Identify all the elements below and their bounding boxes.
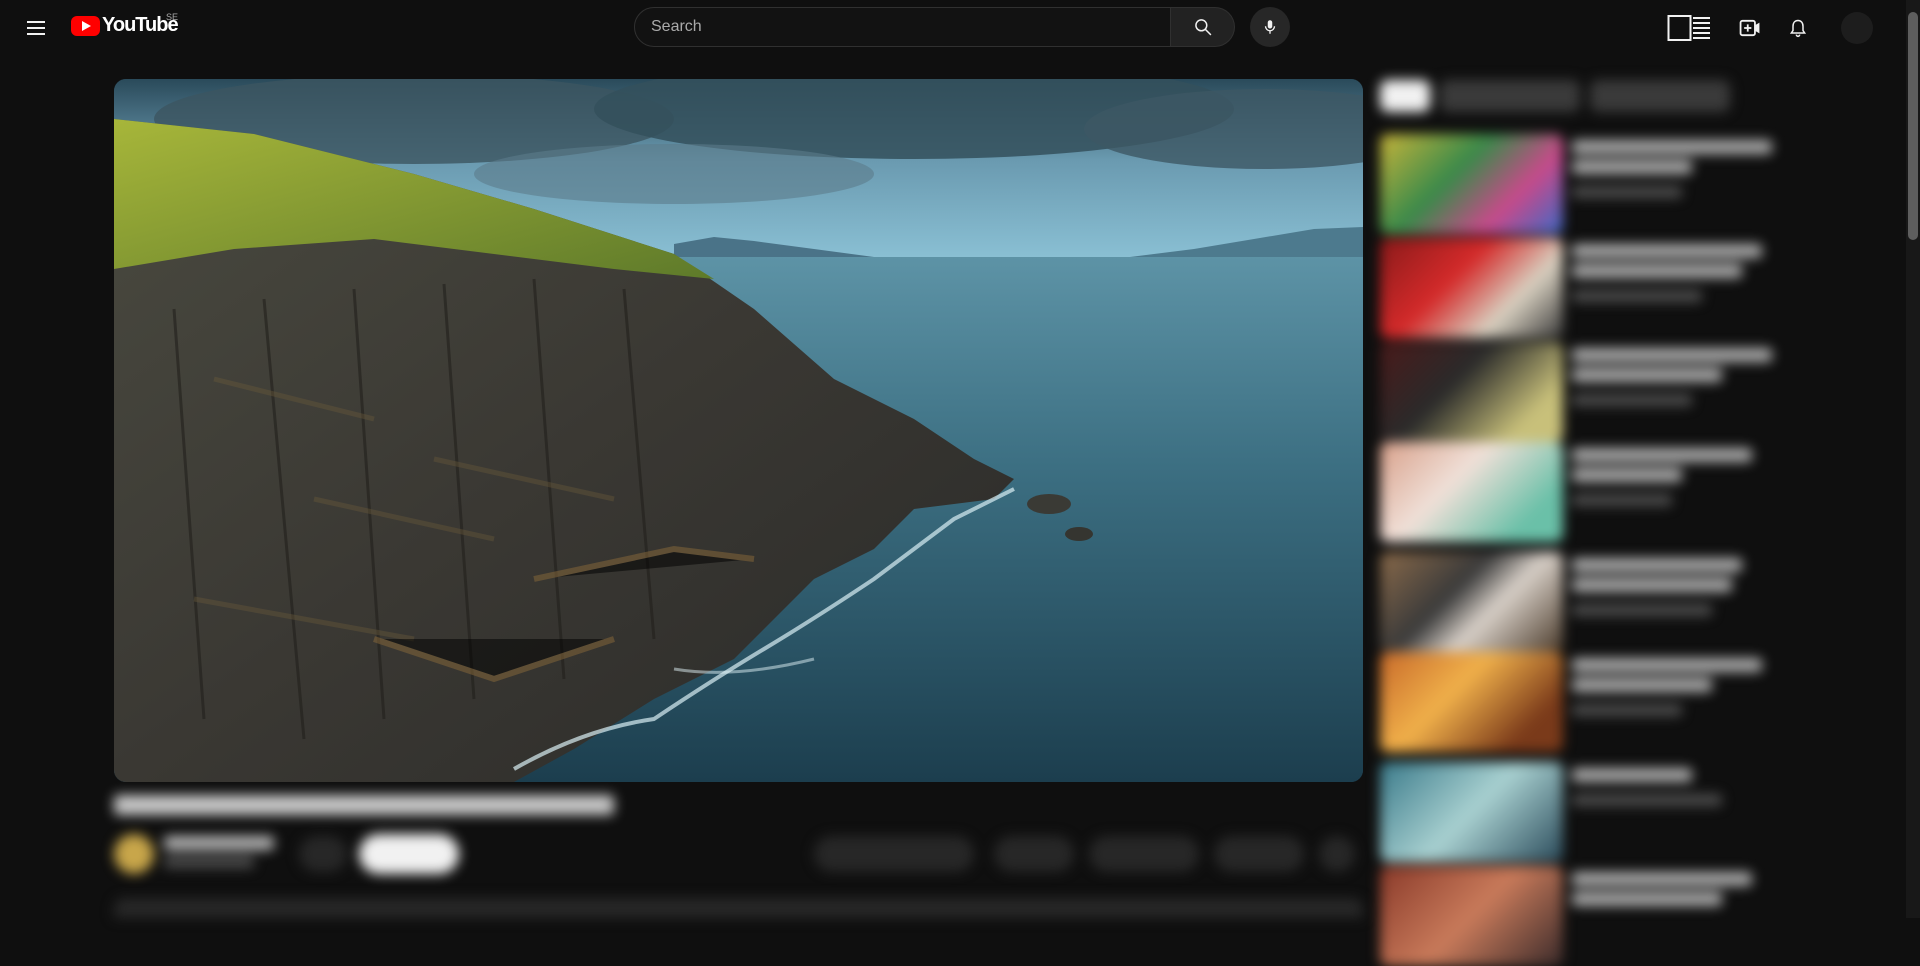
filter-chips	[1376, 74, 1776, 130]
menu-bar	[27, 27, 45, 29]
youtube-logo[interactable]: YouTube	[71, 14, 179, 37]
masthead: YouTube SE Search	[0, 0, 1920, 56]
video-thumbnail	[1380, 342, 1563, 442]
chip[interactable]	[1590, 80, 1730, 112]
video-thumbnail	[1380, 552, 1563, 652]
video-title	[114, 795, 614, 821]
recommended-video[interactable]	[1380, 134, 1776, 234]
chip[interactable]	[1380, 80, 1430, 112]
mic-icon	[1264, 20, 1276, 34]
recommended-video[interactable]	[1380, 238, 1776, 338]
video-thumbnail	[1380, 134, 1563, 234]
recommended-video[interactable]	[1380, 762, 1776, 862]
video-frame	[114, 79, 1363, 782]
subscriber-count	[164, 856, 254, 868]
search-input[interactable]: Search	[634, 7, 1171, 47]
description-box[interactable]	[114, 898, 1363, 918]
video-thumbnail	[1380, 652, 1563, 752]
theater-mode-icon	[1667, 15, 1710, 41]
recommended-video[interactable]	[1380, 342, 1776, 442]
recommendations-sidebar	[1376, 74, 1776, 966]
search-button[interactable]	[1171, 7, 1235, 47]
create-video-icon	[1739, 19, 1760, 37]
create-button[interactable]	[1732, 10, 1768, 46]
recommended-video[interactable]	[1380, 652, 1776, 752]
notifications-button[interactable]	[1780, 10, 1816, 46]
video-thumbnail	[1380, 442, 1563, 542]
recommended-video[interactable]	[1380, 552, 1776, 652]
join-button[interactable]	[299, 836, 347, 872]
channel-name[interactable]	[164, 836, 274, 850]
channel-row	[114, 830, 1364, 878]
download-button[interactable]	[1089, 836, 1199, 872]
more-actions-button[interactable]	[1319, 836, 1355, 872]
miniplayer-button[interactable]	[1665, 10, 1713, 46]
video-thumbnail	[1380, 866, 1563, 966]
share-button[interactable]	[994, 836, 1074, 872]
search-box: Search	[634, 7, 1235, 47]
voice-search-button[interactable]	[1250, 7, 1290, 47]
country-code: SE	[166, 12, 179, 22]
search-icon	[1194, 19, 1211, 36]
menu-bar	[27, 33, 45, 35]
youtube-play-icon	[71, 15, 100, 36]
bell-icon	[1789, 19, 1807, 38]
thanks-button[interactable]	[1214, 836, 1304, 872]
video-title-text	[114, 795, 614, 815]
avatar[interactable]	[1841, 12, 1873, 44]
video-thumbnail	[1380, 238, 1563, 338]
recommended-video[interactable]	[1380, 866, 1776, 966]
channel-avatar[interactable]	[114, 834, 154, 874]
scrollbar-thumb[interactable]	[1908, 12, 1918, 240]
menu-icon[interactable]	[20, 12, 52, 44]
menu-bar	[27, 21, 45, 23]
recommended-video[interactable]	[1380, 442, 1776, 542]
chip[interactable]	[1440, 80, 1580, 112]
like-dislike-button[interactable]	[814, 836, 974, 872]
video-thumbnail	[1380, 762, 1563, 862]
subscribe-button[interactable]	[359, 834, 459, 874]
video-player[interactable]	[114, 79, 1363, 782]
page-scrollbar[interactable]	[1906, 0, 1920, 918]
